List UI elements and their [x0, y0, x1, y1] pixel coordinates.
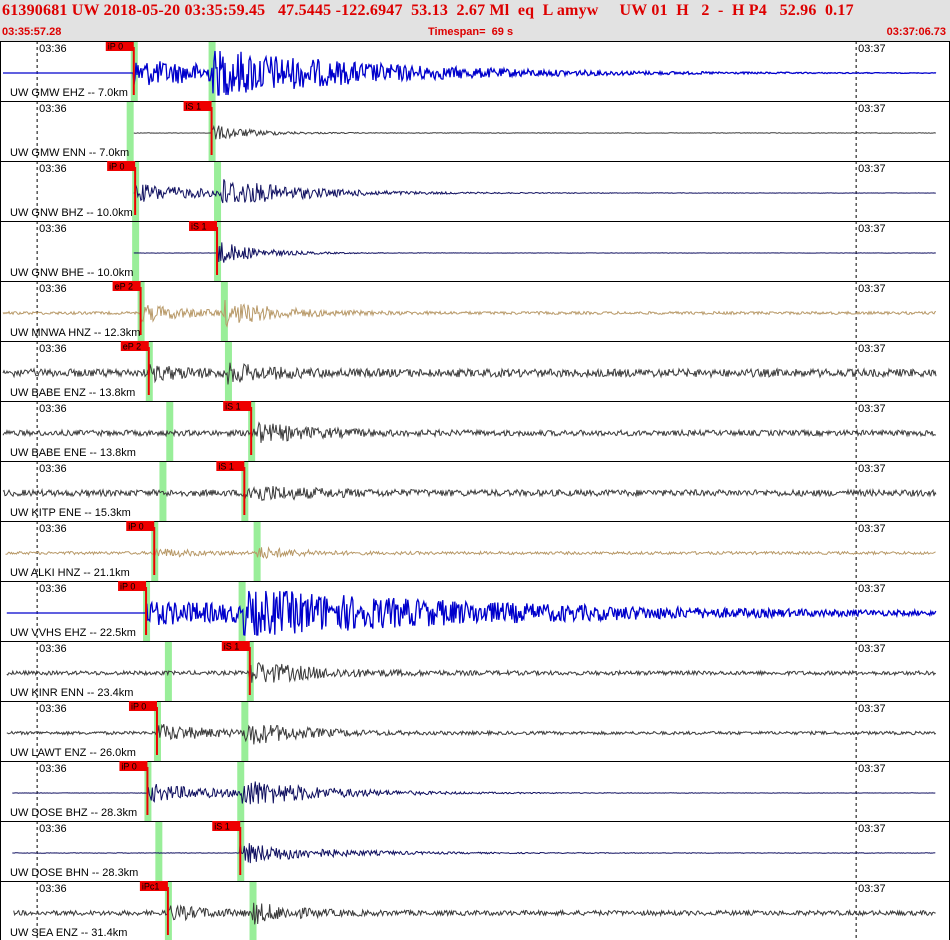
time-tick-label: 03:37: [858, 583, 886, 595]
time-tick-label: 03:37: [858, 163, 886, 175]
station-label: UW VVHS EHZ -- 22.5km: [10, 627, 136, 639]
waveform: [2, 421, 937, 443]
s-band: [224, 341, 232, 401]
waveform: [2, 362, 937, 385]
time-tick-label: 03:37: [858, 223, 886, 235]
start-time: 03:35:57.28: [2, 26, 62, 38]
time-tick-label: 03:37: [858, 823, 886, 835]
trace-row: 03:36 03:37 iS 1 UW BABE ENE -- 13.8km: [0, 401, 950, 461]
station-label: UW SEA ENZ -- 31.4km: [10, 927, 127, 939]
waveform: [2, 485, 937, 502]
pick-label: iS 1: [186, 102, 202, 112]
station-label: UW BABE ENZ -- 13.8km: [10, 387, 135, 399]
trace-row: 03:36 03:37 iP 0 UW ALKI HNZ -- 21.1km: [0, 521, 950, 581]
time-tick-label: 03:36: [39, 763, 67, 775]
waveform: [133, 179, 936, 204]
station-label: UW DOSE BHN -- 28.3km: [10, 867, 138, 879]
time-tick-label: 03:36: [39, 523, 67, 535]
time-tick-label: 03:36: [39, 883, 67, 895]
time-tick-label: 03:37: [858, 103, 886, 115]
waveform: [6, 723, 937, 745]
waveform: [13, 902, 936, 925]
pick-label: iP 0: [121, 762, 136, 772]
trace-row: 03:36 03:37 iS 1 UW KITP ENE -- 15.3km: [0, 461, 950, 521]
station-label: UW ALKI HNZ -- 21.1km: [10, 567, 130, 579]
time-tick-label: 03:37: [858, 883, 886, 895]
pick-label: eP 2: [115, 282, 133, 292]
station-label: UW DOSE BHZ -- 28.3km: [10, 807, 137, 819]
time-tick-label: 03:36: [39, 823, 67, 835]
pick-label: iPc1: [142, 882, 160, 892]
event-title: 61390681 UW 2018-05-20 03:35:59.45 47.54…: [2, 2, 854, 19]
p-band: [155, 821, 163, 881]
event-header: 61390681 UW 2018-05-20 03:35:59.45 47.54…: [0, 0, 950, 41]
s-band: [241, 701, 249, 761]
pick-label: iP 0: [128, 522, 143, 532]
time-tick-label: 03:36: [39, 343, 67, 355]
waveform: [133, 124, 936, 140]
station-label: UW GMW ENN -- 7.0km: [10, 147, 129, 159]
time-tick-label: 03:36: [39, 283, 67, 295]
waveform: [133, 242, 936, 263]
trace-row: 03:36 03:37 iP 0 UW LAWT ENZ -- 26.0km: [0, 701, 950, 761]
station-label: UW GNW BHZ -- 10.0km: [10, 207, 133, 219]
time-tick-label: 03:37: [858, 763, 886, 775]
pick-label: iS 1: [218, 462, 234, 472]
time-tick-label: 03:36: [39, 223, 67, 235]
trace-row: 03:36 03:37 iP 0 UW DOSE BHZ -- 28.3km: [0, 761, 950, 821]
time-tick-label: 03:36: [39, 643, 67, 655]
time-tick-label: 03:36: [39, 583, 67, 595]
pick-label: iS 1: [225, 402, 241, 412]
time-tick-label: 03:37: [858, 403, 886, 415]
trace-row: 03:36 03:37 iS 1 UW KINR ENN -- 23.4km: [0, 641, 950, 701]
pick-label: iP 0: [108, 42, 123, 52]
pick-label: iP 0: [109, 162, 124, 172]
s-band: [237, 761, 245, 821]
trace-row: 03:36 03:37 iP 0 UW GMW EHZ -- 7.0km: [0, 41, 950, 101]
station-label: UW MNWA HNZ -- 12.3km: [10, 327, 140, 339]
time-tick-label: 03:37: [858, 283, 886, 295]
time-tick-label: 03:37: [858, 343, 886, 355]
station-label: UW GNW BHE -- 10.0km: [10, 267, 133, 279]
pick-label: iP 0: [120, 582, 135, 592]
trace-row: 03:36 03:37 iPc1 UW SEA ENZ -- 31.4km: [0, 881, 950, 940]
end-time: 03:37:06.73: [886, 26, 946, 38]
station-label: UW KITP ENE -- 15.3km: [10, 507, 131, 519]
time-tick-label: 03:36: [39, 103, 67, 115]
station-label: UW GMW EHZ -- 7.0km: [10, 87, 128, 99]
s-band: [214, 161, 222, 221]
pick-label: iS 1: [191, 222, 207, 232]
timespan-label: Timespan= 69 s: [428, 26, 514, 38]
time-tick-label: 03:36: [39, 43, 67, 55]
trace-row: 03:36 03:37 iP 0 UW VVHS EHZ -- 22.5km: [0, 581, 950, 641]
trace-row: 03:36 03:37 iS 1 UW DOSE BHN -- 28.3km: [0, 821, 950, 881]
seismogram-plot: 03:36 03:37iP 0UW GMW EHZ -- 7.0km03:36 03…: [0, 41, 950, 940]
pick-label: iS 1: [214, 822, 230, 832]
waveform: [6, 662, 937, 683]
time-tick-label: 03:37: [858, 43, 886, 55]
time-tick-label: 03:36: [39, 163, 67, 175]
station-label: UW KINR ENN -- 23.4km: [10, 687, 133, 699]
trace-row: 03:36 03:37 iP 0 UW GNW BHZ -- 10.0km: [0, 161, 950, 221]
time-tick-label: 03:37: [858, 703, 886, 715]
time-tick-label: 03:36: [39, 703, 67, 715]
trace-row: 03:36 03:37 iS 1 UW GMW ENN -- 7.0km: [0, 101, 950, 161]
pick-label: iP 0: [131, 702, 146, 712]
waveform: [12, 842, 936, 864]
waveform: [3, 50, 937, 96]
station-label: UW LAWT ENZ -- 26.0km: [10, 747, 136, 759]
time-tick-label: 03:36: [39, 463, 67, 475]
time-tick-label: 03:37: [858, 523, 886, 535]
time-tick-label: 03:37: [858, 643, 886, 655]
pick-label: iS 1: [224, 642, 240, 652]
time-tick-label: 03:37: [858, 463, 886, 475]
waveform: [5, 546, 936, 560]
pick-label: eP 2: [123, 342, 141, 352]
trace-row: 03:36 03:37 iS 1 UW GNW BHE -- 10.0km: [0, 221, 950, 281]
station-label: UW BABE ENE -- 13.8km: [10, 447, 136, 459]
time-tick-label: 03:36: [39, 403, 67, 415]
trace-row: 03:36 03:37 eP 2 UW BABE ENZ -- 13.8km: [0, 341, 950, 401]
